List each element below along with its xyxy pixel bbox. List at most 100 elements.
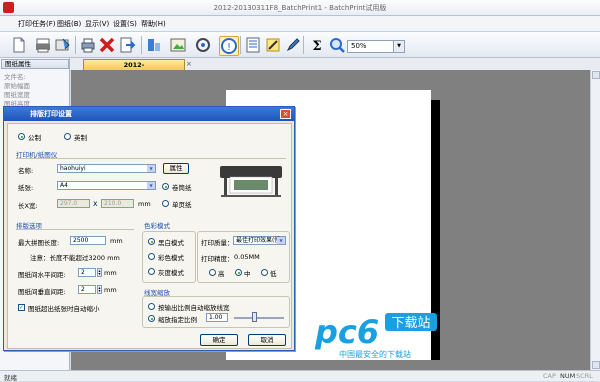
gray-mode-radio[interactable]	[148, 268, 155, 275]
v-gap-label: 图纸间垂直间距:	[18, 288, 66, 296]
chevron-down-icon[interactable]: ▼	[277, 237, 285, 244]
sigma-icon[interactable]: Σ	[308, 36, 326, 54]
cancel-button[interactable]: 取消	[248, 334, 286, 346]
precision-high-radio[interactable]	[209, 269, 216, 276]
printer-name-value: haohuiyi	[60, 165, 86, 172]
scan-icon[interactable]	[54, 36, 72, 54]
watermark-logo: pc6 下载站 中国最安全的下载站	[314, 313, 437, 359]
length-note: 注意：长度不能超过3200 mm	[30, 254, 120, 262]
import-icon[interactable]	[118, 36, 136, 54]
precision-value: 0.05MM	[234, 253, 260, 261]
auto-scale-label: 按输出比例自动缩放线宽	[158, 304, 230, 312]
paper-label: 纸张:	[18, 184, 34, 192]
v-gap-spinner[interactable]: ▴ ▾	[97, 285, 102, 294]
size-x-label: X	[93, 200, 98, 208]
highlight-icon[interactable]	[264, 36, 282, 54]
scroll-down-icon[interactable]	[592, 361, 600, 369]
dialog-title: 排版打印设置	[4, 107, 294, 121]
tab-document[interactable]: 2012-20130311F8_BatchPrint1	[83, 59, 185, 79]
menu-drawing[interactable]: 图纸(B)	[57, 19, 81, 29]
close-icon[interactable]: ×	[280, 109, 291, 119]
menu-print-task[interactable]: 打印任务(F)	[18, 19, 56, 29]
menu-settings[interactable]: 设置(S)	[113, 19, 137, 29]
roll-paper-radio[interactable]	[162, 183, 169, 190]
stamp-icon[interactable]	[194, 36, 212, 54]
paper-length-input[interactable]: 297.0	[57, 199, 90, 208]
new-icon[interactable]	[10, 36, 28, 54]
quality-value: 最佳打印效果(慢)	[236, 237, 283, 244]
status-cap: CAP	[543, 372, 556, 380]
v-gap-input[interactable]: 2	[78, 285, 96, 294]
list-icon[interactable]	[244, 36, 262, 54]
dialog-body: 公制 英制 打印机/纸图仪 名称: haohuiyi ▼ 属性 纸张: A4 ▼…	[7, 123, 292, 349]
print-icon[interactable]	[79, 36, 97, 54]
gray-mode-label: 灰度模式	[158, 269, 184, 277]
info-icon[interactable]: !	[219, 36, 239, 56]
chevron-down-icon[interactable]: ▼	[147, 165, 155, 172]
max-length-unit: mm	[110, 237, 123, 245]
precision-mid-label: 中	[244, 270, 251, 278]
zoom-icon[interactable]	[328, 36, 346, 54]
paper-width-input[interactable]: 210.0	[101, 199, 134, 208]
sheet-paper-radio[interactable]	[162, 200, 169, 207]
imperial-label: 英制	[74, 134, 87, 142]
h-gap-input[interactable]: 2	[78, 268, 96, 277]
vertical-scrollbar[interactable]	[590, 70, 600, 370]
scale-slider-thumb[interactable]	[252, 312, 257, 322]
properties-button[interactable]: 属性	[163, 163, 189, 174]
custom-scale-label: 缩放指定比例	[158, 316, 197, 324]
imperial-radio[interactable]	[64, 133, 71, 140]
bw-mode-label: 黑白模式	[158, 239, 184, 247]
quality-label: 打印质量：	[201, 239, 234, 247]
delete-icon[interactable]	[98, 36, 116, 54]
metric-radio[interactable]	[18, 133, 25, 140]
plotter-image	[220, 166, 282, 197]
bw-mode-radio[interactable]	[148, 238, 155, 245]
auto-shrink-checkbox[interactable]: ✓	[18, 304, 25, 311]
auto-scale-radio[interactable]	[148, 303, 155, 310]
size-label: 长X宽:	[18, 202, 38, 210]
scale-input[interactable]: 1.00	[206, 313, 228, 322]
window-title: 2012-20130311F8_BatchPrint1 - BatchPrint…	[213, 4, 387, 12]
edit-icon[interactable]	[284, 36, 302, 54]
precision-low-radio[interactable]	[261, 269, 268, 276]
paper-select[interactable]: A4 ▼	[57, 181, 156, 190]
layout-print-dialog: 排版打印设置 × 公制 英制 打印机/纸图仪 名称: haohuiyi ▼ 属性…	[3, 106, 295, 351]
status-num: NUM	[560, 372, 576, 380]
scroll-up-icon[interactable]	[592, 71, 600, 79]
quality-select[interactable]: 最佳打印效果(慢) ▼	[233, 236, 286, 245]
panel-title: 图纸属性	[1, 59, 69, 69]
color-mode-label: 彩色模式	[158, 254, 184, 262]
precision-label: 打印精度：	[201, 255, 234, 263]
menu-view[interactable]: 显示(V)	[85, 19, 109, 29]
svg-text:中国最安全的下载站: 中国最安全的下载站	[339, 349, 411, 359]
ok-button[interactable]: 确定	[200, 334, 238, 346]
menu-help[interactable]: 帮助(H)	[141, 19, 166, 29]
open-icon[interactable]	[34, 36, 52, 54]
tab-close-icon[interactable]: ×	[186, 60, 192, 68]
zoom-select[interactable]: 50% ▼	[347, 40, 405, 53]
chevron-down-icon[interactable]: ▼	[147, 182, 155, 189]
svg-text:!: !	[227, 42, 231, 53]
h-gap-spinner[interactable]: ▴ ▾	[97, 268, 102, 277]
title-bar: 2012-20130311F8_BatchPrint1 - BatchPrint…	[0, 0, 600, 16]
scale-slider-track[interactable]	[234, 317, 284, 319]
paper-value: A4	[60, 182, 68, 189]
color-mode-radio[interactable]	[148, 253, 155, 260]
align-icon[interactable]	[145, 36, 163, 54]
roll-paper-label: 卷筒纸	[172, 184, 192, 192]
photo-icon[interactable]	[169, 36, 187, 54]
sheet-paper-label: 单页纸	[172, 201, 192, 209]
max-length-label: 最大拼图长度:	[18, 239, 60, 247]
precision-mid-radio[interactable]	[235, 269, 242, 276]
metric-label: 公制	[28, 134, 41, 142]
auto-shrink-label: 图纸超出纸张时自动缩小	[28, 305, 100, 313]
zoom-value: 50%	[351, 42, 367, 50]
custom-scale-radio[interactable]	[148, 315, 155, 322]
status-bar: 就绪 CAP NUM SCRL	[0, 370, 600, 382]
printer-name-select[interactable]: haohuiyi ▼	[57, 164, 156, 173]
chevron-down-icon[interactable]: ▼	[393, 41, 404, 52]
status-scrl: SCRL	[576, 372, 593, 380]
max-length-input[interactable]: 2500	[70, 236, 106, 245]
precision-high-label: 高	[218, 270, 225, 278]
